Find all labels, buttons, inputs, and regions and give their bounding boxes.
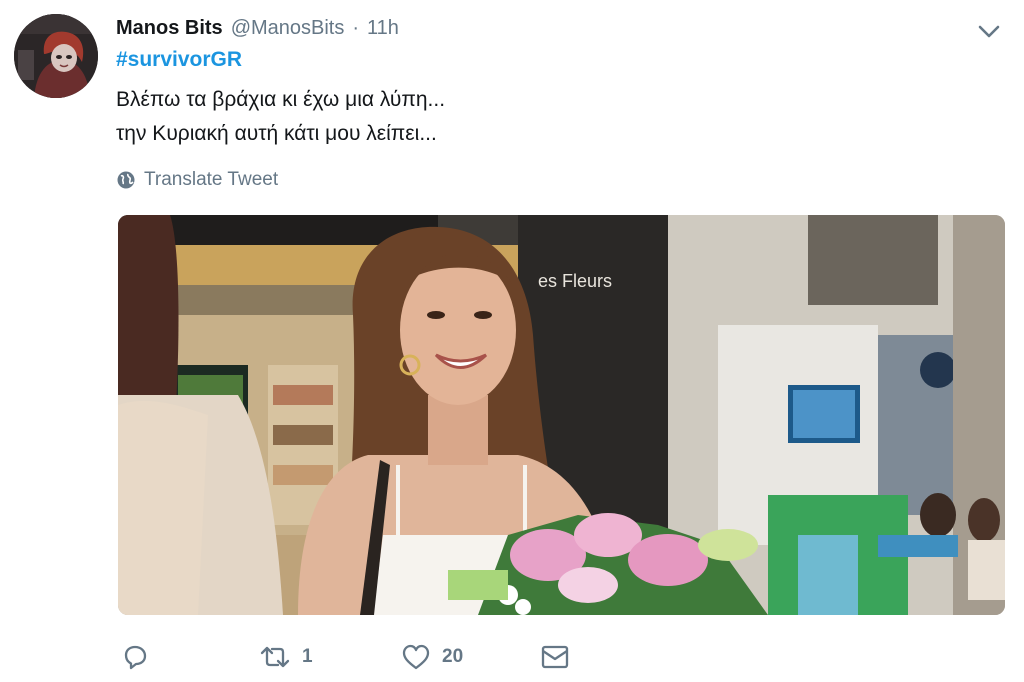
avatar[interactable] bbox=[14, 14, 98, 98]
chevron-down-icon[interactable] bbox=[976, 18, 1002, 44]
translate-tweet-link[interactable]: Translate Tweet bbox=[116, 168, 278, 192]
globe-icon bbox=[116, 170, 136, 190]
translate-label: Translate Tweet bbox=[144, 169, 279, 190]
hashtag-link[interactable]: #survivorGR bbox=[116, 48, 242, 72]
user-handle[interactable]: @ManosBits bbox=[231, 17, 345, 40]
svg-text:es Fleurs: es Fleurs bbox=[538, 271, 612, 291]
tweet-text-line: την Κυριακή αυτή κάτι μου λείπει... bbox=[116, 122, 437, 145]
direct-message-button[interactable] bbox=[540, 640, 570, 674]
tweet-header: Manos Bits @ManosBits · 11h bbox=[116, 14, 399, 42]
heart-icon bbox=[400, 642, 432, 672]
retweet-button[interactable]: 1 bbox=[258, 640, 313, 674]
tweet-actions: 1 20 bbox=[0, 640, 1024, 674]
display-name[interactable]: Manos Bits bbox=[116, 17, 223, 40]
reply-icon bbox=[120, 642, 150, 672]
separator-dot: · bbox=[352, 16, 360, 39]
store-sign-text: es Fleurs bbox=[538, 271, 612, 291]
tweet-text-line: Βλέπω τα βράχια κι έχω μια λύπη... bbox=[116, 88, 446, 111]
reply-button[interactable] bbox=[120, 640, 150, 674]
retweet-count: 1 bbox=[302, 646, 313, 667]
avatar-image bbox=[14, 14, 98, 98]
envelope-icon bbox=[540, 642, 570, 672]
like-count: 20 bbox=[442, 646, 464, 667]
like-button[interactable]: 20 bbox=[400, 640, 463, 674]
photo-image: es Fleurs bbox=[118, 215, 1005, 615]
timestamp[interactable]: 11h bbox=[367, 17, 399, 40]
tweet-photo[interactable]: es Fleurs bbox=[118, 215, 1005, 615]
retweet-icon bbox=[258, 642, 292, 672]
